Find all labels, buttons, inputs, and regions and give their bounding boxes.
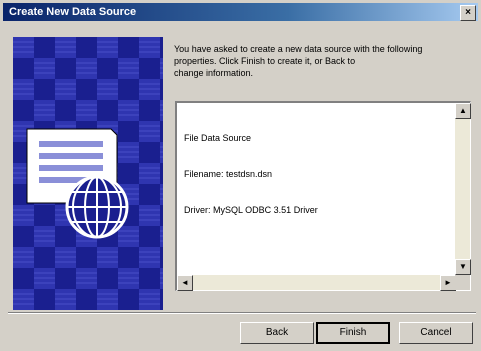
vertical-scrollbar[interactable]: ▲ ▼ bbox=[455, 103, 471, 275]
scrollbar-corner bbox=[455, 275, 470, 290]
checkerboard-document-globe-icon bbox=[13, 37, 163, 310]
finish-button[interactable]: Finish bbox=[316, 322, 390, 344]
cancel-button[interactable]: Cancel bbox=[399, 322, 473, 344]
button-separator bbox=[8, 312, 476, 314]
create-data-source-dialog: Create New Data Source × You have asked … bbox=[0, 0, 481, 351]
properties-text: File Data Source Filename: testdsn.dsn D… bbox=[184, 108, 318, 240]
property-line: File Data Source bbox=[184, 133, 252, 143]
back-button[interactable]: Back bbox=[240, 322, 314, 344]
title-bar[interactable]: Create New Data Source × bbox=[3, 3, 478, 21]
horizontal-scrollbar[interactable]: ◄ ► bbox=[177, 275, 456, 291]
scroll-up-arrow-icon[interactable]: ▲ bbox=[455, 103, 471, 119]
scroll-down-arrow-icon[interactable]: ▼ bbox=[455, 259, 471, 275]
properties-textbox[interactable]: File Data Source Filename: testdsn.dsn D… bbox=[175, 101, 471, 291]
description-text: You have asked to create a new data sour… bbox=[174, 44, 423, 78]
scroll-right-arrow-icon[interactable]: ► bbox=[440, 275, 456, 291]
property-line: Filename: testdsn.dsn bbox=[184, 169, 273, 179]
scroll-left-arrow-icon[interactable]: ◄ bbox=[177, 275, 193, 291]
wizard-illustration bbox=[13, 37, 163, 310]
window-title: Create New Data Source bbox=[9, 6, 137, 18]
close-button[interactable]: × bbox=[460, 5, 476, 21]
property-line: Driver: MySQL ODBC 3.51 Driver bbox=[184, 205, 318, 215]
